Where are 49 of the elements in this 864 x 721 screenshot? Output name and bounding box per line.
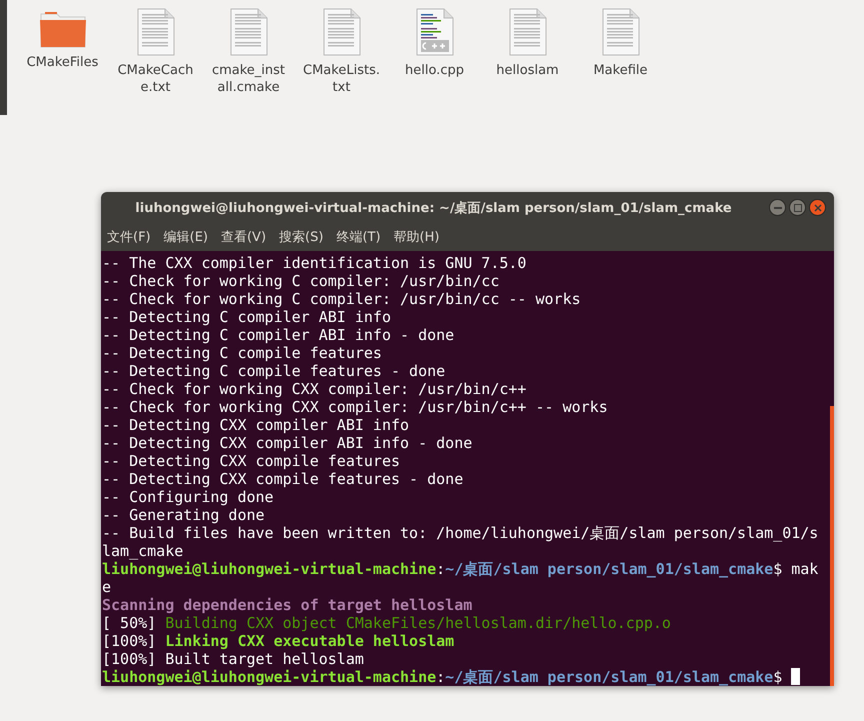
terminal-line: -- Detecting C compiler ABI info [102, 308, 392, 326]
terminal-line: -- Detecting C compile features - done [102, 362, 446, 380]
maximize-button[interactable] [789, 199, 806, 216]
terminal-line: -- Check for working CXX compiler: /usr/bin/c++ -- works [102, 398, 609, 416]
terminal-line: -- Detecting CXX compile features [102, 452, 402, 470]
file-name[interactable]: helloslam [488, 62, 566, 79]
code-file-icon [416, 8, 454, 56]
file-name[interactable]: CMakeCache.txt [116, 62, 194, 96]
scrollbar[interactable] [830, 406, 834, 686]
maximize-icon [794, 204, 802, 212]
terminal-line: [ 50%] Building CXX object CMakeFiles/helloslam.dir/hello.cpp.o [102, 614, 672, 632]
file-name[interactable]: CMakeLists.txt [302, 62, 380, 96]
terminal-line: -- Detecting CXX compile features - done [102, 470, 464, 488]
text-file-icon [230, 8, 268, 56]
terminal-line: -- Detecting C compile features [102, 344, 383, 362]
close-button[interactable] [809, 199, 826, 216]
file-name[interactable]: Makefile [582, 62, 660, 79]
menu-item[interactable]: 帮助(H) [394, 228, 440, 246]
terminal-line: -- Detecting C compiler ABI info - done [102, 326, 456, 344]
terminal-line: -- The CXX compiler identification is GNU 7.5.0 [102, 254, 528, 272]
menu-item[interactable]: 搜索(S) [279, 228, 324, 246]
close-icon [814, 204, 822, 212]
terminal-line: -- Build files have been written to: /home/liuhongwei/桌面/slam person/slam_01/slam_cmake [102, 524, 820, 560]
text-file-icon [136, 8, 174, 56]
menu-item[interactable]: 终端(T) [336, 228, 381, 246]
file-name[interactable]: CMakeFiles [24, 54, 102, 71]
text-file-icon [508, 8, 546, 56]
text-file-icon [602, 8, 640, 56]
terminal-line: -- Check for working C compiler: /usr/bin/cc [102, 272, 500, 290]
terminal-line: -- Configuring done [102, 488, 275, 506]
terminal-line: Scanning dependencies of target helloslam [102, 596, 474, 614]
menu-item[interactable]: 查看(V) [220, 228, 266, 246]
terminal-line: -- Generating done [102, 506, 266, 524]
text-cursor [791, 668, 800, 685]
window-title: liuhongwei@liuhongwei-virtual-machine: ~/桌面/slam person/slam_01/slam_cmake [134, 200, 733, 217]
minimize-button[interactable] [769, 199, 786, 216]
file-name[interactable]: cmake_install.cmake [210, 62, 288, 96]
terminal-line: [100%] Linking CXX executable helloslam [102, 632, 456, 650]
text-file-icon [322, 8, 360, 56]
terminal-line: -- Check for working CXX compiler: /usr/bin/c++ [102, 380, 528, 398]
menu-item[interactable]: 文件(F) [107, 228, 151, 246]
terminal-line: liuhongwei@liuhongwei-virtual-machine:~/桌面/slam person/slam_01/slam_cmake$ make [102, 560, 820, 596]
terminal-line: liuhongwei@liuhongwei-virtual-machine:~/桌面/slam person/slam_01/slam_cmake$ [102, 668, 827, 686]
menu-item[interactable]: 编辑(E) [164, 228, 208, 246]
terminal-line: -- Detecting CXX compiler ABI info [102, 416, 410, 434]
terminal-line: [100%] Built target helloslam [102, 650, 365, 668]
terminal-line: -- Detecting CXX compiler ABI info - done [102, 434, 474, 452]
file-name[interactable]: hello.cpp [396, 62, 474, 79]
terminal-line: -- Check for working C compiler: /usr/bin/cc -- works [102, 290, 582, 308]
